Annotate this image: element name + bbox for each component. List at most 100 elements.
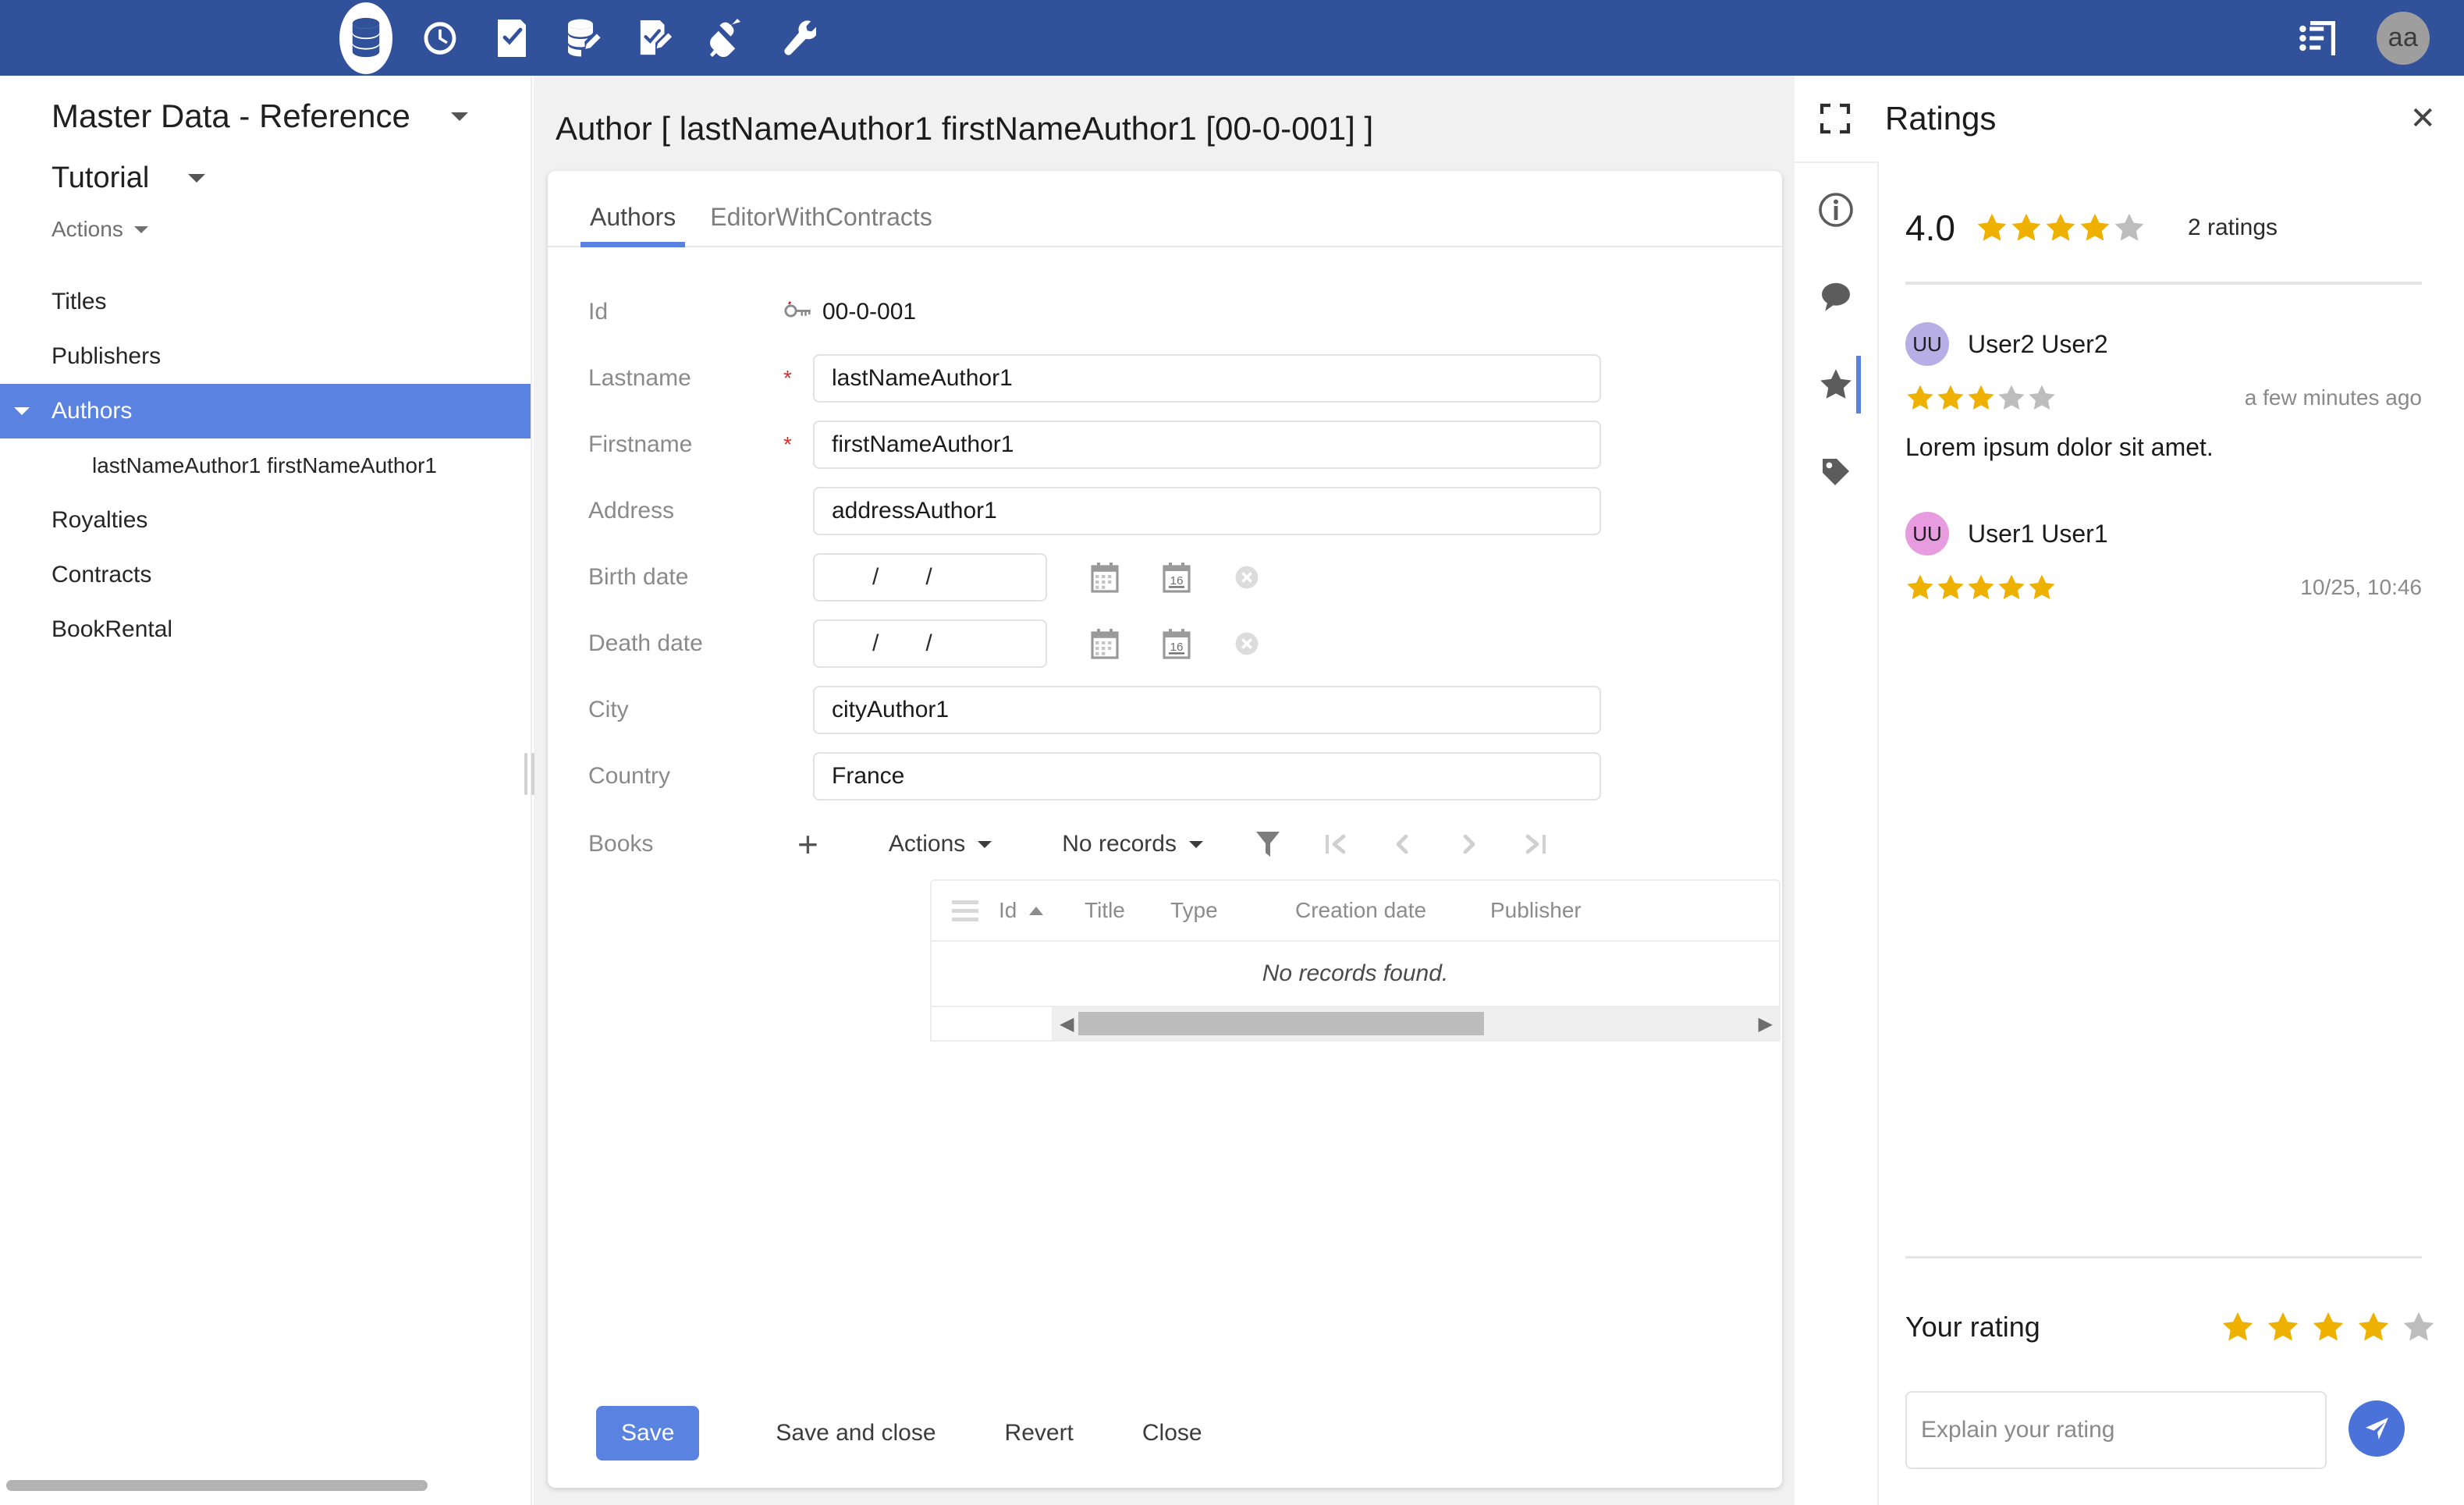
star-filled-icon[interactable] [2356,1310,2391,1344]
sidebar-item-contracts[interactable]: Contracts [0,548,531,602]
books-actions-menu[interactable]: Actions [889,831,992,857]
scroll-right-icon[interactable]: ▶ [1759,1013,1773,1035]
database-edit-icon[interactable] [559,14,608,62]
revert-button[interactable]: Revert [971,1420,1108,1446]
star-icon[interactable] [1812,361,1859,408]
form-row-birth-date: Birth date // 16 [548,544,1782,610]
sidebar-item-bookrental[interactable]: BookRental [0,602,531,657]
review-author-name: User1 User1 [1968,520,2108,548]
chevron-down-icon[interactable] [451,112,468,121]
form-row-address: Address addressAuthor1 [548,477,1782,544]
form-row-lastname: Lastname * lastNameAuthor1 [548,345,1782,411]
star-filled-icon[interactable] [2266,1310,2300,1344]
grid-empty-message: No records found. [932,942,1779,1007]
review-author-name: User2 User2 [1968,330,2108,359]
chevron-down-icon[interactable] [134,226,148,233]
country-input[interactable]: France [813,752,1601,800]
form-row-country: Country France [548,743,1782,809]
star-filled-icon [1936,383,1965,413]
tab-editorwithcontracts[interactable]: EditorWithContracts [693,203,950,246]
first-page-icon[interactable] [1322,829,1348,860]
firstname-value: firstNameAuthor1 [832,431,1014,458]
address-input[interactable]: addressAuthor1 [813,487,1601,535]
sidebar-item-label: Contracts [51,562,151,588]
your-rating-stars[interactable] [2221,1310,2436,1344]
firstname-input[interactable]: firstNameAuthor1 [813,421,1601,469]
tab-authors[interactable]: Authors [573,203,693,246]
calendar-icon[interactable] [1091,628,1119,659]
expand-icon[interactable] [1820,103,1851,134]
star-empty-icon[interactable] [2402,1310,2436,1344]
send-icon[interactable] [2349,1400,2405,1457]
comment-icon[interactable] [1812,274,1859,321]
plug-icon[interactable] [703,14,751,62]
next-page-icon[interactable] [1456,829,1482,860]
column-header-title[interactable]: Title [1085,898,1170,923]
list-settings-icon[interactable] [2294,14,2342,62]
sidebar-item-royalties[interactable]: Royalties [0,493,531,548]
star-filled-icon[interactable] [2221,1310,2255,1344]
grid-menu-icon[interactable] [932,900,999,921]
column-label: Publisher [1490,898,1582,922]
add-book-button[interactable]: + [797,826,818,862]
prev-page-icon[interactable] [1389,829,1415,860]
ratings-count-label: 2 ratings [2188,215,2278,241]
explain-rating-input[interactable] [1907,1393,2325,1468]
user-avatar[interactable]: aa [2377,12,2430,65]
clear-icon[interactable] [1234,565,1259,590]
workspace-selector[interactable]: Master Data - Reference [0,76,531,135]
close-icon[interactable]: ✕ [2409,103,2436,134]
project-selector[interactable]: Tutorial [0,135,531,195]
average-rating-score: 4.0 [1905,207,1955,249]
sidebar-item-titles[interactable]: Titles [0,275,531,329]
city-input[interactable]: cityAuthor1 [813,686,1601,734]
clock-icon[interactable] [416,14,464,62]
required-marker: * [783,432,813,457]
sidebar-horizontal-scrollbar[interactable] [6,1480,428,1491]
death-date-input[interactable]: // [813,619,1047,668]
info-icon[interactable] [1812,186,1859,233]
top-navigation-bar: aa [0,0,2464,76]
calendar-today-icon[interactable]: 16 [1163,628,1191,659]
save-and-close-button[interactable]: Save and close [741,1420,970,1446]
calendar-today-icon[interactable]: 16 [1163,562,1191,593]
books-records-selector[interactable]: No records [1062,831,1203,857]
sidebar-actions-menu[interactable]: Actions [0,195,531,242]
column-label: Creation date [1295,898,1426,922]
scroll-left-icon[interactable]: ◀ [1060,1013,1074,1035]
lastname-input[interactable]: lastNameAuthor1 [813,354,1601,403]
triangle-expanded-icon[interactable] [14,407,30,415]
database-icon[interactable] [339,2,392,74]
checklist-icon[interactable] [488,14,536,62]
grid-scroll-thumb[interactable] [1078,1012,1484,1035]
column-header-publisher[interactable]: Publisher [1490,898,1631,923]
sidebar-item-author-record[interactable]: lastNameAuthor1 firstNameAuthor1 [0,438,531,493]
column-header-id[interactable]: Id [999,898,1085,923]
save-button[interactable]: Save [596,1406,699,1461]
column-label: Title [1085,898,1125,922]
calendar-icon[interactable] [1091,562,1119,593]
column-header-creation-date[interactable]: Creation date [1295,898,1490,923]
sidebar-item-publishers[interactable]: Publishers [0,329,531,384]
column-header-type[interactable]: Type [1170,898,1295,923]
panel-splitter-handle[interactable] [521,747,537,801]
wrench-icon[interactable] [775,14,823,62]
sort-ascending-icon[interactable] [1029,907,1043,915]
chevron-down-icon[interactable] [188,174,205,183]
chevron-down-icon[interactable] [978,841,992,848]
grid-horizontal-scrollbar[interactable]: ◀ ▶ [1053,1007,1779,1040]
chevron-down-icon[interactable] [1189,841,1203,848]
sidebar-item-authors[interactable]: Authors [0,384,531,438]
explain-rating-box[interactable] [1905,1391,2327,1469]
tag-icon[interactable] [1812,449,1859,495]
clear-icon[interactable] [1234,631,1259,656]
star-filled-icon[interactable] [2311,1310,2345,1344]
filter-icon[interactable] [1255,829,1281,860]
close-button[interactable]: Close [1108,1420,1237,1446]
books-toolbar: Books + Actions No records [548,809,1782,879]
birth-date-input[interactable]: // [813,553,1047,602]
svg-text:16: 16 [1170,641,1184,654]
review-timestamp: a few minutes ago [2245,385,2422,410]
last-page-icon[interactable] [1523,829,1550,860]
checklist-edit-icon[interactable] [631,14,680,62]
